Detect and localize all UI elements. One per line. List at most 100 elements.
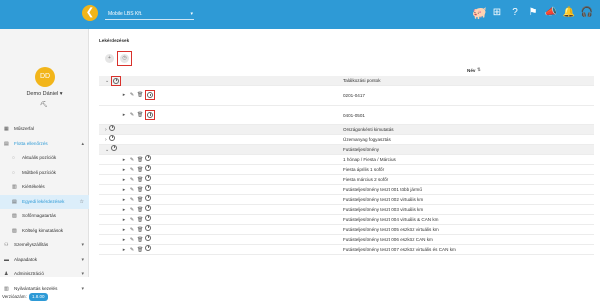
edit-icon[interactable]: ✎ [129, 247, 135, 253]
clock-icon[interactable] [147, 92, 153, 99]
sort-icon[interactable]: ⇅ [477, 67, 481, 73]
favorite-star-icon[interactable]: ☆ [80, 195, 84, 210]
megaphone-icon[interactable]: 📣 [544, 6, 558, 20]
bell-icon[interactable]: 🔔 [562, 6, 576, 20]
menu-koltseg[interactable]: ▧ Költség kimutatások [0, 224, 89, 239]
edit-icon[interactable]: ✎ [129, 227, 135, 233]
tree-row[interactable]: ⌄ Találkozási pontok [99, 75, 594, 86]
delete-icon[interactable]: 🗑 [137, 112, 143, 118]
clock-icon[interactable] [145, 154, 151, 161]
clock-icon[interactable] [145, 244, 151, 251]
play-icon[interactable]: ▸ [121, 227, 127, 233]
tree-row[interactable]: ▸ ✎ 🗑 Fiesta március 2 sofőr [99, 174, 594, 185]
delete-icon[interactable]: 🗑 [137, 177, 143, 183]
delete-icon[interactable]: 🗑 [137, 92, 143, 98]
tree-row[interactable]: › Üzemanyag fogyasztás [99, 134, 594, 145]
edit-icon[interactable]: ✎ [129, 177, 135, 183]
clock-icon[interactable] [113, 77, 120, 84]
tree-row[interactable]: ▸ ✎ 🗑 Futásteljesítmény teszt 007 eszköz vi… [99, 244, 594, 255]
avatar[interactable]: DD [35, 67, 55, 87]
delete-icon[interactable]: 🗑 [137, 247, 143, 253]
grid-icon[interactable]: ⊞ [490, 6, 504, 20]
tree-row[interactable]: ▸ ✎ 🗑 1 hónap / Fiesta / Március [99, 154, 594, 165]
tree-row[interactable]: ▸ ✎ 🗑 Futásteljesítmény teszt 003 virtuális… [99, 204, 594, 215]
tree-row[interactable]: ▸ ✎ 🗑 Futásteljesítmény teszt 002 virtuális… [99, 194, 594, 205]
user-name[interactable]: Demo Dániel ▾ [0, 91, 89, 97]
play-icon[interactable]: ▸ [121, 177, 127, 183]
collapse-icon[interactable]: ⌄ [105, 145, 109, 155]
tree-row[interactable]: ⌄ Futásteljesítmény [99, 144, 594, 155]
delete-icon[interactable]: 🗑 [137, 197, 143, 203]
user-switch-icon[interactable]: ⛏ [40, 101, 48, 108]
menu-adminisztracio[interactable]: ♟ Adminisztráció ▾ [0, 267, 89, 282]
delete-icon[interactable]: 🗑 [137, 227, 143, 233]
delete-icon[interactable]: 🗑 [137, 157, 143, 163]
menu-alapadatok[interactable]: ▬ Alapadatok ▾ [0, 253, 89, 268]
menu-egyedi[interactable]: ▤ Egyedi lekérdezések ☆ [0, 194, 89, 210]
play-icon[interactable]: ▸ [121, 92, 127, 98]
delete-icon[interactable]: 🗑 [137, 207, 143, 213]
clock-icon[interactable] [145, 174, 151, 181]
clock-icon[interactable] [145, 204, 151, 211]
menu-kiertekeles[interactable]: ▥ Kiértékelés [0, 180, 89, 195]
menu-multbeli[interactable]: ◌ Múltbeli pozíciók [0, 166, 89, 181]
delete-icon[interactable]: 🗑 [137, 167, 143, 173]
edit-icon[interactable]: ✎ [129, 217, 135, 223]
tree-row[interactable]: ▸ ✎ 🗑 Futásteljesítmény teszt 006 eszköz CA… [99, 234, 594, 245]
play-icon[interactable]: ▸ [121, 157, 127, 163]
delete-icon[interactable]: 🗑 [137, 187, 143, 193]
play-icon[interactable]: ▸ [121, 217, 127, 223]
clock-icon[interactable] [111, 144, 118, 151]
tree-row[interactable]: › Országonkénti kimutatás [99, 124, 594, 135]
menu-szemelyszallitas[interactable]: ⚇ Személyszállítás ▾ [0, 238, 89, 253]
account-select[interactable]: Mobile LBS Kft. ▾ [105, 10, 194, 20]
expand-icon[interactable]: › [105, 135, 107, 145]
clock-icon[interactable] [145, 164, 151, 171]
edit-icon[interactable]: ✎ [129, 112, 135, 118]
clock-icon[interactable] [108, 124, 115, 131]
clock-icon[interactable] [108, 134, 115, 141]
edit-icon[interactable]: ✎ [129, 197, 135, 203]
play-icon[interactable]: ▸ [121, 167, 127, 173]
play-icon[interactable]: ▸ [121, 207, 127, 213]
play-icon[interactable]: ▸ [121, 237, 127, 243]
edit-icon[interactable]: ✎ [129, 157, 135, 163]
tree-row[interactable]: ▸ ✎ 🗑 0401-0501 [99, 106, 594, 125]
play-icon[interactable]: ▸ [121, 187, 127, 193]
edit-icon[interactable]: ✎ [129, 187, 135, 193]
headset-icon[interactable]: 🎧 [580, 6, 594, 20]
clock-icon[interactable]: ◷ [120, 53, 129, 63]
edit-icon[interactable]: ✎ [129, 207, 135, 213]
clock-icon[interactable] [145, 234, 151, 241]
clock-icon[interactable] [147, 111, 153, 118]
menu-muszerfal[interactable]: ▦ Műszerfal [0, 122, 89, 137]
flag-icon[interactable]: ⚑ [526, 6, 540, 20]
edit-icon[interactable]: ✎ [129, 167, 135, 173]
tree-row[interactable]: ▸ ✎ 🗑 0201-0417 [99, 86, 594, 106]
tree-row[interactable]: ▸ ✎ 🗑 Fiesta április 1 sofőr [99, 164, 594, 175]
menu-aktualis[interactable]: ◌ Aktuális pozíciók [0, 151, 89, 166]
clock-icon[interactable] [145, 214, 151, 221]
collapse-icon[interactable]: ⌄ [105, 76, 109, 86]
edit-icon[interactable]: ✎ [129, 237, 135, 243]
piggy-bank-icon[interactable]: 🐖 [472, 6, 487, 20]
play-icon[interactable]: ▸ [121, 247, 127, 253]
tree-row[interactable]: ▸ ✎ 🗑 Futásteljesítmény teszt 005 eszköz vi… [99, 224, 594, 235]
delete-icon[interactable]: 🗑 [137, 217, 143, 223]
edit-icon[interactable]: ✎ [129, 92, 135, 98]
menu-flotta[interactable]: ▤ Flotta ellenőrzés ▴ [0, 137, 89, 152]
sidebar-collapse-button[interactable]: ❮ [82, 5, 98, 21]
tree-row[interactable]: ▸ ✎ 🗑 Futásteljesítmény teszt 001 több járm… [99, 184, 594, 195]
play-icon[interactable]: ▸ [121, 112, 127, 118]
play-icon[interactable]: ▸ [121, 197, 127, 203]
column-header[interactable]: Név ⇅ [99, 67, 594, 76]
clock-icon[interactable] [145, 224, 151, 231]
clock-icon[interactable] [145, 194, 151, 201]
expand-icon[interactable]: › [105, 125, 107, 135]
clock-icon[interactable] [145, 184, 151, 191]
menu-sofor[interactable]: ▨ Sofőrmagatartás [0, 209, 89, 224]
delete-icon[interactable]: 🗑 [137, 237, 143, 243]
add-button[interactable]: + [105, 53, 114, 63]
help-icon[interactable]: ? [508, 6, 522, 20]
tree-row[interactable]: ▸ ✎ 🗑 Futásteljesítmény teszt 004 virtuális… [99, 214, 594, 225]
